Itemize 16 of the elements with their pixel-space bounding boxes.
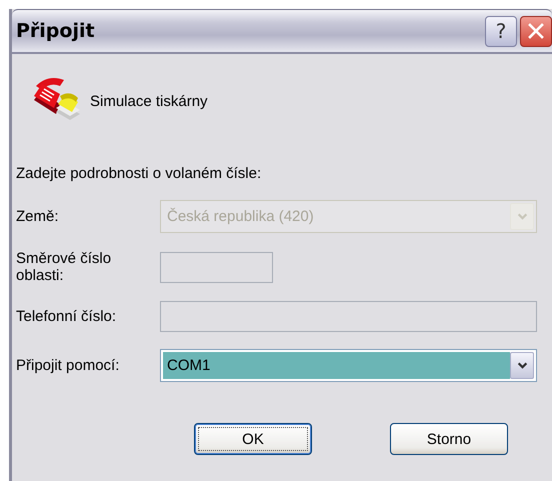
close-icon [526, 21, 546, 41]
help-button[interactable]: ? [485, 16, 517, 46]
field-label: Připojit pomocí: [16, 357, 120, 374]
caret-icon [516, 360, 528, 371]
field-label: Směrové číslo oblasti: [16, 250, 112, 284]
instruction-text: Zadejte podrobnosti o volaném čísle: [16, 165, 262, 182]
connection-name: Simulace tiskárny [90, 92, 208, 110]
close-button[interactable] [520, 16, 552, 46]
field-label: Země: [16, 208, 60, 225]
caret-icon [516, 211, 528, 222]
dropdown[interactable]: COM1 [160, 349, 537, 382]
cancel-button[interactable]: Storno [390, 423, 508, 455]
window-title: Připojit [16, 20, 95, 42]
dropdown-arrow-button[interactable] [510, 352, 534, 379]
field-label: Telefonní číslo: [16, 308, 118, 325]
ok-button[interactable]: OK [194, 423, 312, 455]
